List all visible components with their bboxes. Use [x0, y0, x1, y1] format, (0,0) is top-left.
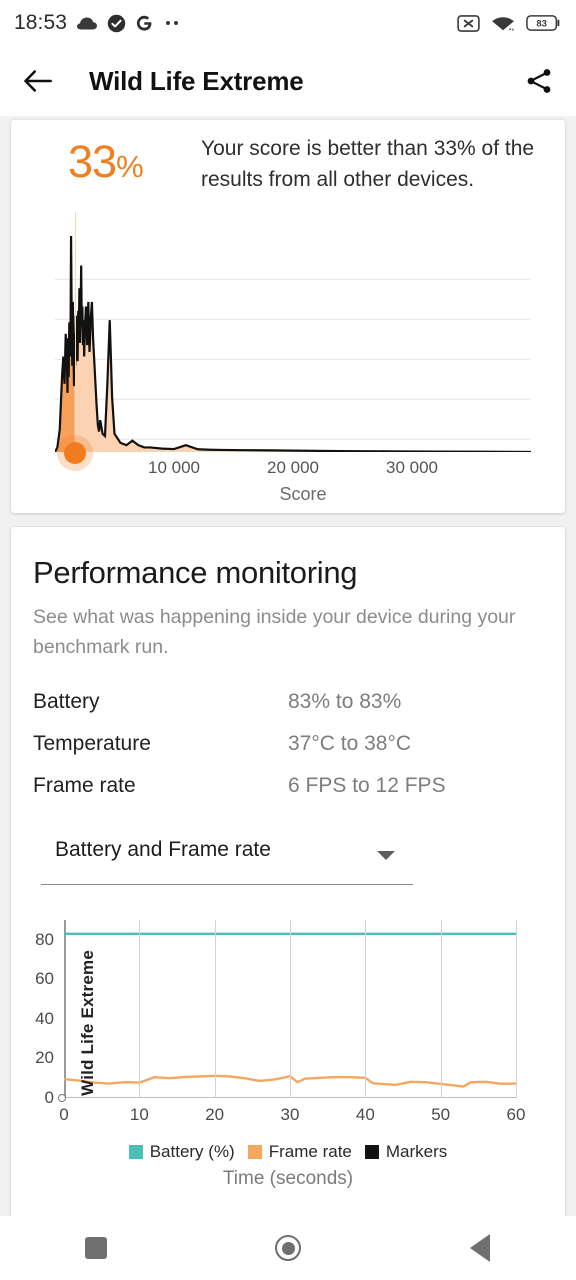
line-chart-y-tick: 60 — [35, 969, 54, 989]
check-circle-icon — [107, 14, 126, 33]
histogram-x-axis-label: Score — [279, 484, 327, 504]
legend-label: Battery (%) — [149, 1142, 235, 1161]
line-chart-gridline — [365, 920, 367, 1098]
legend-swatch — [128, 1145, 143, 1159]
back-nav-button[interactable] — [420, 1216, 540, 1280]
line-chart-x-tick: 10 — [129, 1105, 149, 1124]
stat-row-frame-rate: Frame rate 6 FPS to 12 FPS — [33, 774, 543, 816]
stat-label-frame-rate: Frame rate — [33, 774, 136, 797]
home-button[interactable] — [228, 1216, 348, 1280]
percentile-number: 33 — [68, 136, 117, 187]
legend-item: Markers — [364, 1142, 448, 1162]
legend-label: Markers — [385, 1142, 448, 1161]
legend-swatch — [247, 1145, 262, 1159]
status-bar-clock: 18:53 — [14, 11, 68, 34]
histogram-score-marker-line — [74, 212, 77, 452]
line-chart-gridline — [440, 920, 442, 1098]
stat-label-battery: Battery — [33, 690, 100, 713]
stat-value-temperature: 37°C to 38°C — [288, 732, 412, 755]
line-chart-x-tick: 50 — [431, 1105, 451, 1124]
percentile-unit: % — [116, 149, 144, 184]
svg-text:83: 83 — [536, 18, 547, 29]
google-g-icon — [135, 14, 153, 33]
histogram-x-tick: 30 000 — [386, 458, 438, 477]
line-chart-legend: Battery (%) Frame rate Markers — [11, 1142, 565, 1162]
stat-value-frame-rate: 6 FPS to 12 FPS — [288, 774, 446, 797]
percentile-value: 33% — [68, 136, 144, 188]
wifi-icon — [491, 14, 515, 33]
histogram-x-tick: 20 000 — [267, 458, 319, 477]
no-sim-icon — [457, 14, 480, 32]
line-chart-gridline — [290, 920, 291, 1098]
performance-chart: Wild Life Extreme 0 10 20 30 40 50 60 0 20 40 60 80… — [11, 910, 565, 1200]
stat-row-battery: Battery 83% to 83% — [33, 690, 543, 732]
line-chart-x-tick: 0 — [59, 1105, 69, 1124]
percentile-row: 33% Your score is better than 33% of the… — [11, 120, 565, 220]
performance-subtitle: See what was happening inside your devic… — [33, 606, 516, 658]
legend-swatch — [364, 1145, 379, 1159]
recents-button[interactable] — [36, 1216, 156, 1280]
battery-icon: 83 — [526, 14, 562, 32]
page-title: Wild Life Extreme — [89, 65, 304, 96]
score-histogram: 10 000 20 000 30 000 Score — [11, 212, 565, 555]
app-bar: Wild Life Extreme — [0, 46, 576, 116]
circle-home-icon — [275, 1235, 301, 1261]
histogram-x-tick: 10 000 — [148, 458, 200, 477]
line-chart-x-tick: 40 — [355, 1105, 375, 1124]
line-chart-plot-area: Wild Life Extreme 0 10 20 30 40 50 60 0 20 40 60 80 — [35, 920, 525, 1124]
line-chart-y-axis-label: Wild Life Extreme — [78, 950, 97, 1096]
percentile-description: Your score is better than 33% of the res… — [201, 137, 535, 191]
line-chart-y-tick: 0 — [44, 1088, 54, 1107]
line-chart-y-tick: 80 — [35, 929, 54, 949]
legend-label: Frame rate — [268, 1142, 352, 1161]
triangle-back-icon — [470, 1234, 490, 1262]
line-chart-y-tick: 20 — [35, 1048, 54, 1068]
share-button[interactable] — [524, 66, 554, 96]
more-dots-icon — [166, 21, 179, 25]
legend-item: Frame rate — [247, 1142, 352, 1162]
histogram-curve — [55, 230, 531, 452]
square-recents-icon — [85, 1237, 107, 1259]
graph-type-selected-value: Battery and Frame rate — [55, 838, 271, 861]
line-chart-gridline — [214, 920, 216, 1098]
line-chart-x-axis-label: Time (seconds) — [222, 1168, 354, 1189]
line-chart-y-tick: 40 — [35, 1008, 54, 1028]
stat-value-battery: 83% to 83% — [288, 690, 402, 713]
performance-title: Performance monitoring — [33, 555, 358, 590]
status-bar: 18:53 83 — [0, 0, 576, 46]
stat-label-temperature: Temperature — [33, 732, 151, 755]
histogram-plot-area — [55, 212, 531, 555]
score-distribution-card: 33% Your score is better than 33% of the… — [11, 120, 565, 555]
status-bar-right: 83 — [457, 14, 562, 33]
line-chart-gridline — [516, 920, 517, 1098]
stat-row-temperature: Temperature 37°C to 38°C — [33, 732, 543, 774]
line-chart-x-tick: 30 — [280, 1105, 300, 1124]
graph-type-select[interactable]: Battery and Frame rate — [41, 829, 413, 885]
android-navigation-bar — [0, 1216, 576, 1280]
phone-screen: 18:53 83 Wild Life Extreme 33% Your scor… — [0, 0, 576, 1280]
line-chart-x-tick: 20 — [205, 1105, 225, 1124]
histogram-score-marker-dot — [63, 442, 86, 464]
scroll-content[interactable]: 33% Your score is better than 33% of the… — [0, 116, 576, 1227]
performance-monitoring-card: Performance monitoring See what was happ… — [11, 527, 565, 1227]
line-chart-x-tick: 60 — [506, 1105, 526, 1124]
back-button[interactable] — [22, 68, 53, 94]
cloud-icon — [76, 15, 98, 31]
legend-item: Battery (%) — [128, 1142, 235, 1162]
line-chart-gridline — [139, 920, 141, 1098]
chevron-down-icon[interactable] — [377, 851, 395, 860]
status-bar-left: 18:53 — [14, 11, 457, 35]
